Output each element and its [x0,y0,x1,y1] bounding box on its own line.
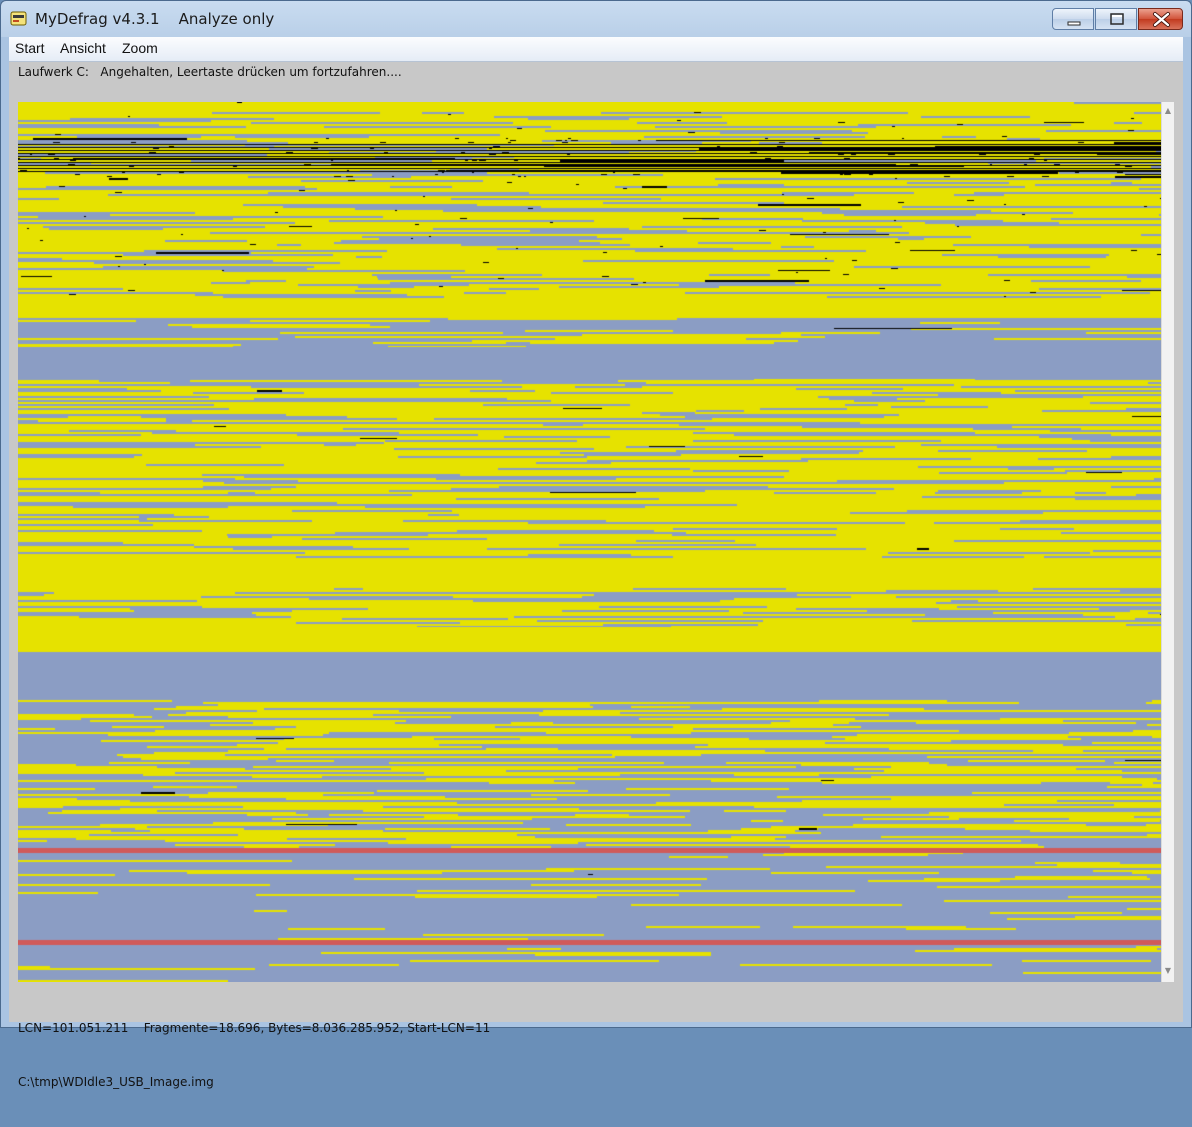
menu-bar: Start Ansicht Zoom [9,37,1183,62]
title-bar[interactable]: MyDefrag v4.3.1 Analyze only [1,1,1191,37]
close-button[interactable] [1138,8,1183,30]
vertical-scrollbar[interactable]: ▲ ▼ [1161,102,1174,982]
minimize-icon [1067,21,1081,26]
maximize-button[interactable] [1095,8,1137,30]
application-window: MyDefrag v4.3.1 Analyze only Start Ansic… [0,0,1192,1089]
file-info-status: LCN=101.051.211 Fragmente=18.696, Bytes=… [18,983,490,1127]
drive-status: Laufwerk C: Angehalten, Leertaste drücke… [18,65,402,79]
cluster-map-canvas [18,102,1161,982]
disk-cluster-map[interactable] [18,102,1161,982]
close-icon [1153,12,1170,27]
maximize-icon [1110,13,1124,25]
scroll-down-arrow-icon[interactable]: ▼ [1162,964,1174,978]
scroll-up-arrow-icon[interactable]: ▲ [1162,104,1174,118]
mydefrag-app-icon [10,11,27,26]
file-path-line: C:\tmp\WDIdle3_USB_Image.img [18,1075,214,1089]
window-title: MyDefrag v4.3.1 Analyze only [35,10,275,28]
menu-ansicht[interactable]: Ansicht [60,40,106,56]
menu-start[interactable]: Start [15,40,45,56]
client-area: Start Ansicht Zoom Laufwerk C: Angehalte… [9,37,1183,1089]
cluster-info-line: LCN=101.051.211 Fragmente=18.696, Bytes=… [18,1021,491,1035]
menu-zoom[interactable]: Zoom [122,40,158,56]
minimize-button[interactable] [1052,8,1094,30]
